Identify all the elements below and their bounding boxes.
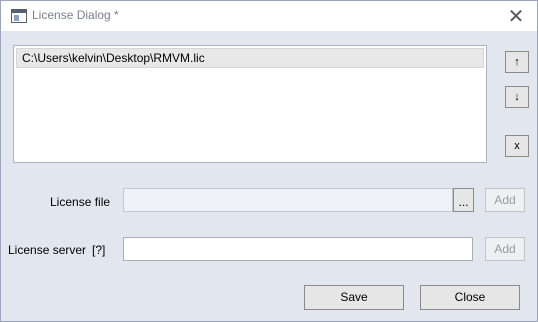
license-list[interactable]: C:\Users\kelvin\Desktop\RMVM.lic [13,45,487,163]
save-button[interactable]: Save [304,285,404,310]
license-server-input[interactable] [124,238,472,260]
browse-button[interactable]: ... [453,188,474,212]
license-file-input[interactable] [124,189,452,211]
license-file-field[interactable] [123,188,453,212]
license-file-label: License file [50,195,111,209]
dialog-body: C:\Users\kelvin\Desktop\RMVM.lic ↑ ↓ x L… [1,31,537,321]
license-server-field[interactable] [123,237,473,261]
arrow-up-icon: ↑ [514,56,520,68]
close-button[interactable]: Close [420,285,520,310]
window-title: License Dialog * [32,8,119,22]
move-down-button[interactable]: ↓ [505,86,529,108]
remove-button[interactable]: x [505,135,529,157]
app-window-icon [11,9,27,23]
title-bar[interactable]: License Dialog * ✕ [1,1,537,31]
move-up-button[interactable]: ↑ [505,51,529,73]
add-license-server-button[interactable]: Add [485,237,525,261]
license-server-label: License server [8,243,87,257]
add-license-file-button[interactable]: Add [485,188,525,212]
license-dialog-window: License Dialog * ✕ C:\Users\kelvin\Deskt… [0,0,538,322]
license-server-help-link[interactable]: [?] [92,243,105,257]
arrow-down-icon: ↓ [514,91,520,103]
list-item[interactable]: C:\Users\kelvin\Desktop\RMVM.lic [16,48,484,68]
close-icon[interactable]: ✕ [503,4,529,28]
